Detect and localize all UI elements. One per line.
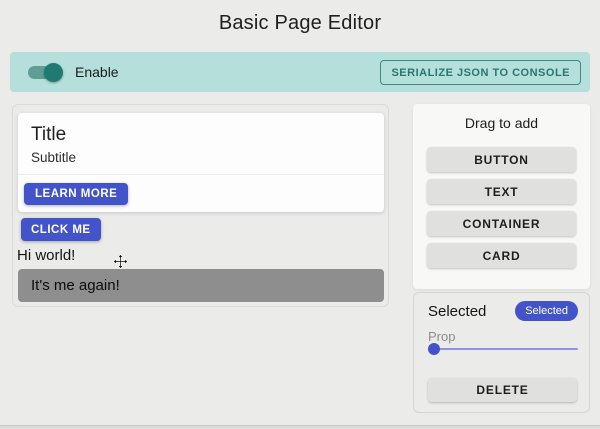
page-editor-app: Basic Page Editor Enable SERIALIZE JSON … [0, 0, 600, 429]
canvas-panel: Title Subtitle LEARN MORE CLICK ME Hi wo… [12, 104, 389, 307]
selected-badge: Selected [515, 301, 578, 321]
prop-label: Prop [428, 329, 455, 344]
serialize-json-button[interactable]: SERIALIZE JSON TO CONSOLE [380, 60, 581, 85]
click-me-button[interactable]: CLICK ME [21, 218, 101, 241]
card-subtitle: Subtitle [31, 150, 76, 165]
selected-row: Selected Selected [428, 301, 578, 321]
text-element[interactable]: Hi world! [17, 247, 75, 264]
palette-item-button[interactable]: BUTTON [427, 147, 576, 172]
inspector-panel: Selected Selected Prop DELETE [413, 292, 590, 413]
toolbar: Enable SERIALIZE JSON TO CONSOLE [10, 52, 590, 92]
enable-toggle[interactable] [27, 62, 63, 82]
palette-item-text[interactable]: TEXT [427, 179, 576, 204]
slider-thumb[interactable] [428, 343, 440, 355]
move-cursor-icon [113, 254, 128, 269]
slider-rail[interactable] [429, 348, 578, 350]
container-text: It's me again! [31, 277, 120, 294]
delete-button[interactable]: DELETE [428, 378, 577, 402]
container-element-selected[interactable]: It's me again! [18, 269, 384, 302]
page-title: Basic Page Editor [0, 12, 600, 35]
card-title: Title [31, 124, 66, 146]
card-actions: LEARN MORE [18, 174, 384, 212]
palette-panel: Drag to add BUTTON TEXT CONTAINER CARD [413, 104, 590, 289]
prop-slider[interactable] [429, 343, 578, 355]
toggle-thumb[interactable] [44, 63, 63, 82]
bottom-edge-strip [0, 425, 600, 429]
learn-more-button[interactable]: LEARN MORE [24, 183, 128, 205]
enable-label: Enable [75, 64, 119, 80]
card-element[interactable]: Title Subtitle LEARN MORE [18, 113, 384, 212]
palette-item-card[interactable]: CARD [427, 243, 576, 268]
selected-label: Selected [428, 303, 486, 320]
palette-item-container[interactable]: CONTAINER [427, 211, 576, 236]
palette-heading: Drag to add [413, 104, 590, 131]
